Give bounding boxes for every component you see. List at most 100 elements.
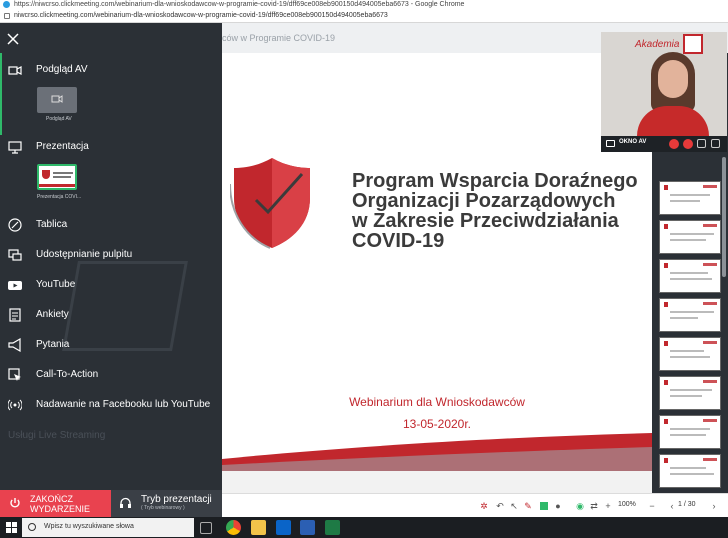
menu-item-label: Pytania (36, 339, 70, 350)
brush-size-icon[interactable]: ● (552, 500, 564, 512)
menu-item-label: Call-To-Action (36, 369, 99, 380)
menu-item-label: Ankiety (36, 309, 69, 320)
slide-subtitle: Webinarium dla Wnioskodawców (349, 395, 525, 409)
presentation-area: Program Wsparcia Doraźnego Organizacji P… (222, 53, 652, 493)
menu-item-label: YouTube (36, 279, 76, 290)
eye-icon[interactable]: ◉ (574, 500, 586, 512)
broadcast-icon (8, 399, 22, 411)
screen: https://niwcrso.clickmeeting.com/webinar… (0, 0, 728, 538)
windows-start-icon[interactable] (6, 522, 17, 533)
menu-item-presentation[interactable]: Prezentacja (0, 136, 222, 158)
laser-icon[interactable]: ✲ (478, 500, 490, 512)
settings-icon[interactable] (697, 139, 706, 148)
end-event-label: ZAKOŃCZ (30, 494, 74, 504)
presentation-mode-button[interactable]: Tryb prezentacji ( Tryb webinarowy ) (111, 490, 222, 517)
file-explorer-icon[interactable] (251, 520, 266, 535)
video-feed: Akademia (601, 32, 727, 136)
video-logo-text: Akademia (635, 39, 680, 50)
av-preview-tile[interactable] (37, 87, 77, 113)
pointer-icon[interactable]: ↖ (508, 500, 520, 512)
tools-panel: Podgląd AV Podgląd AV Prezentacja Prezen… (0, 23, 222, 517)
power-icon (10, 498, 20, 508)
close-icon[interactable] (6, 32, 20, 46)
menu-item-polls[interactable]: Ankiety (0, 304, 222, 326)
menu-item-screen-share[interactable]: Udostępnianie pulpitu (0, 244, 222, 266)
outlook-icon[interactable] (276, 520, 291, 535)
clickmeeting-favicon-icon (3, 1, 10, 8)
menu-item-broadcast[interactable]: Nadawanie na Facebooku lub YouTube (0, 394, 222, 416)
undo-icon[interactable]: ↶ (494, 500, 506, 512)
mic-off-icon[interactable] (669, 139, 679, 149)
color-swatch-icon[interactable] (538, 500, 550, 512)
address-bar[interactable]: niwcrso.clickmeeting.com/webinarium-dla-… (0, 9, 728, 23)
youtube-icon (8, 281, 22, 290)
slide-thumbnail[interactable] (659, 298, 721, 332)
eraser-icon[interactable]: ✎ (522, 500, 534, 512)
slide-thumbnail[interactable] (659, 376, 721, 410)
menu-item-label: Nadawanie na Facebooku lub YouTube (36, 399, 211, 410)
pen-icon (8, 218, 22, 232)
menu-item-whiteboard[interactable]: Tablica (0, 214, 222, 236)
screen-share-icon (8, 249, 22, 261)
cta-icon (8, 368, 21, 381)
word-icon[interactable] (300, 520, 315, 535)
presentation-icon (8, 141, 22, 154)
slide-title-line: COVID-19 (352, 230, 445, 252)
presentation-mode-label: Tryb prezentacji (141, 494, 212, 505)
av-tile-caption: Podgląd AV (46, 116, 72, 122)
menu-item-call-to-action[interactable]: Call-To-Action (0, 364, 222, 386)
excel-icon[interactable] (325, 520, 340, 535)
niw-logo-icon (683, 34, 703, 54)
slide-thumbnail[interactable] (659, 220, 721, 254)
menu-item-label: Tablica (36, 219, 68, 230)
menu-item-label: Podgląd AV (36, 64, 88, 75)
slide-title-line: Organizacji Pozarządowych (352, 190, 616, 212)
prev-page-icon[interactable]: ‹ (666, 500, 678, 512)
slide-thumbnail[interactable] (659, 337, 721, 371)
camera-icon (8, 66, 22, 75)
camera-icon (51, 95, 63, 103)
presentation-tile-caption: Prezentacja COVI... (37, 194, 82, 200)
address-url[interactable]: niwcrso.clickmeeting.com/webinarium-dla-… (14, 12, 388, 19)
slide-date: 13-05-2020r. (402, 417, 472, 431)
room-title: ców w Programie COVID-19 (222, 33, 336, 43)
slide-title: Program Wsparcia Doraźnego Organizacji P… (352, 171, 652, 251)
browser-title: https://niwcrso.clickmeeting.com/webinar… (14, 1, 465, 8)
expand-icon[interactable] (711, 139, 720, 148)
shield-logo-icon (230, 158, 310, 249)
slide-title-line: w Zakresie Przeciwdziałania (352, 210, 619, 232)
zoom-in-icon[interactable]: + (602, 500, 614, 512)
camera-off-icon[interactable] (683, 139, 693, 149)
taskbar-search[interactable]: Wpisz tu wyszukiwane słowa (22, 518, 194, 537)
search-icon (28, 523, 36, 531)
menu-item-av-preview[interactable]: Podgląd AV (0, 53, 222, 135)
slide-swoosh-decoration (222, 433, 652, 471)
slide-thumbnail[interactable] (659, 454, 721, 488)
camera-icon (606, 140, 615, 147)
slide-thumbnail[interactable] (659, 181, 721, 215)
menu-item-label: Udostępnianie pulpitu (36, 249, 133, 260)
zoom-out-icon[interactable]: − (646, 500, 658, 512)
browser-titlebar: https://niwcrso.clickmeeting.com/webinar… (0, 0, 728, 9)
end-event-button[interactable]: ZAKOŃCZ WYDARZENIE (0, 490, 111, 517)
headset-icon (120, 497, 131, 508)
slide-thumbnail[interactable] (659, 259, 721, 293)
presentation-tile[interactable] (37, 164, 77, 190)
video-controls: OKNO AV (601, 136, 727, 152)
next-page-icon[interactable]: › (708, 500, 720, 512)
share-icon[interactable]: ⇄ (588, 500, 600, 512)
task-view-icon[interactable] (200, 522, 212, 534)
menu-item-questions[interactable]: Pytania (0, 334, 222, 356)
slide-thumbnail[interactable] (659, 415, 721, 449)
presentation-mode-sub: ( Tryb webinarowy ) (141, 505, 185, 511)
end-event-label: WYDARZENIE (30, 504, 91, 514)
thumbnail-scrollbar[interactable] (722, 157, 726, 277)
megaphone-icon (8, 338, 21, 352)
poll-icon (9, 308, 21, 322)
video-label: OKNO AV (619, 139, 647, 145)
windows-taskbar: Wpisz tu wyszukiwane słowa (0, 517, 728, 538)
taskbar-search-placeholder[interactable]: Wpisz tu wyszukiwane słowa (44, 523, 134, 530)
zoom-level: 100% (618, 501, 636, 508)
menu-item-youtube[interactable]: YouTube (0, 274, 222, 296)
chrome-icon[interactable] (226, 520, 241, 535)
